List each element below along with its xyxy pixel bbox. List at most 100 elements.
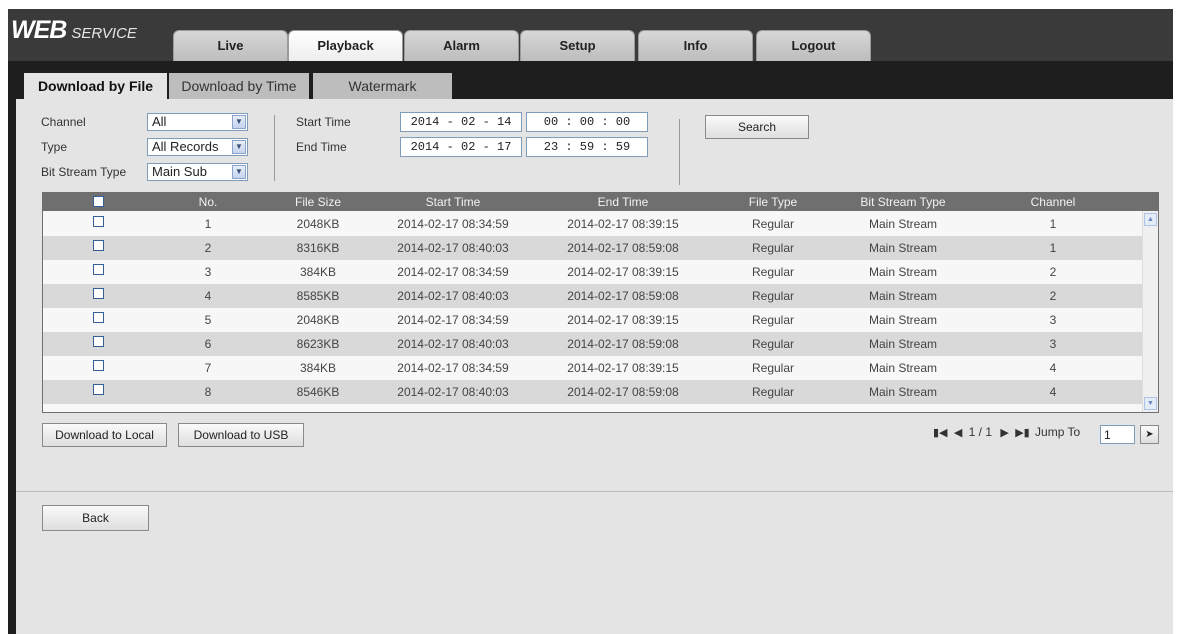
nav-tab-alarm[interactable]: Alarm bbox=[404, 30, 519, 61]
table-scrollbar[interactable]: ▲ ▼ bbox=[1142, 211, 1158, 412]
bit-stream-type-select[interactable]: Main Sub ▼ bbox=[147, 163, 248, 181]
row-checkbox[interactable] bbox=[93, 264, 104, 275]
start-time-input[interactable]: 00 : 00 : 00 bbox=[526, 112, 648, 132]
cell-channel: 2 bbox=[1049, 289, 1057, 303]
cell-start-time: 2014-02-17 08:34:59 bbox=[397, 361, 509, 375]
tab-download-by-file[interactable]: Download by File bbox=[24, 73, 167, 99]
cell-file-type: Regular bbox=[751, 241, 795, 255]
cell-file-size: 2048KB bbox=[296, 313, 340, 327]
cell-end-time: 2014-02-17 08:59:08 bbox=[567, 289, 679, 303]
scroll-up-icon[interactable]: ▲ bbox=[1144, 213, 1157, 226]
search-button[interactable]: Search bbox=[705, 115, 809, 139]
cell-channel: 3 bbox=[1049, 337, 1057, 351]
cell-file-size: 8623KB bbox=[296, 337, 340, 351]
type-label: Type bbox=[41, 140, 68, 154]
cell-channel: 2 bbox=[1049, 265, 1057, 279]
cell-start-time: 2014-02-17 08:40:03 bbox=[397, 289, 509, 303]
cell-start-time: 2014-02-17 08:34:59 bbox=[397, 313, 509, 327]
tab-watermark[interactable]: Watermark bbox=[313, 73, 452, 99]
table-row[interactable]: 4 8585KB 2014-02-17 08:40:03 2014-02-17 … bbox=[43, 284, 1143, 308]
row-checkbox[interactable] bbox=[93, 336, 104, 347]
top-navigation-bar: WEB SERVICE Live Playback Alarm Setup Inf… bbox=[8, 9, 1173, 63]
cell-file-type: Regular bbox=[751, 289, 795, 303]
nav-tab-setup[interactable]: Setup bbox=[520, 30, 635, 61]
table-row[interactable]: 2 8316KB 2014-02-17 08:40:03 2014-02-17 … bbox=[43, 236, 1143, 260]
file-table: No. File Size Start Time End Time File T… bbox=[42, 192, 1159, 413]
cell-no: 8 bbox=[204, 385, 212, 399]
table-row[interactable]: 8 8546KB 2014-02-17 08:40:03 2014-02-17 … bbox=[43, 380, 1143, 404]
header-bit-stream-type: Bit Stream Type bbox=[860, 195, 946, 209]
cell-file-type: Regular bbox=[751, 313, 795, 327]
first-page-icon[interactable]: ▮◀ bbox=[933, 427, 948, 439]
cell-file-size: 8546KB bbox=[296, 385, 340, 399]
page-indicator: 1 / 1 bbox=[968, 425, 993, 439]
cell-bit-stream-type: Main Stream bbox=[868, 361, 938, 375]
cell-channel: 3 bbox=[1049, 313, 1057, 327]
cell-channel: 1 bbox=[1049, 241, 1057, 255]
row-checkbox[interactable] bbox=[93, 384, 104, 395]
cell-no: 2 bbox=[204, 241, 212, 255]
cell-bit-stream-type: Main Stream bbox=[868, 313, 938, 327]
table-row[interactable]: 6 8623KB 2014-02-17 08:40:03 2014-02-17 … bbox=[43, 332, 1143, 356]
nav-tab-logout[interactable]: Logout bbox=[756, 30, 871, 61]
cell-file-type: Regular bbox=[751, 217, 795, 231]
table-row[interactable]: 5 2048KB 2014-02-17 08:34:59 2014-02-17 … bbox=[43, 308, 1143, 332]
next-page-icon[interactable]: ▶ bbox=[1000, 427, 1008, 439]
cell-bit-stream-type: Main Stream bbox=[868, 217, 938, 231]
row-checkbox[interactable] bbox=[93, 216, 104, 227]
nav-tab-playback[interactable]: Playback bbox=[288, 30, 403, 63]
back-button[interactable]: Back bbox=[42, 505, 149, 531]
jump-to-label: Jump To bbox=[1035, 425, 1081, 439]
cell-no: 3 bbox=[204, 265, 212, 279]
header-channel: Channel bbox=[1030, 195, 1076, 209]
channel-select[interactable]: All ▼ bbox=[147, 113, 248, 131]
scroll-down-icon[interactable]: ▼ bbox=[1144, 397, 1157, 410]
go-icon[interactable]: ➤ bbox=[1140, 425, 1159, 444]
start-date-input[interactable]: 2014 - 02 - 14 bbox=[400, 112, 522, 132]
table-row[interactable]: 7 384KB 2014-02-17 08:34:59 2014-02-17 0… bbox=[43, 356, 1143, 380]
filter-divider bbox=[274, 115, 275, 181]
row-checkbox[interactable] bbox=[93, 360, 104, 371]
cell-end-time: 2014-02-17 08:39:15 bbox=[567, 265, 679, 279]
cell-file-size: 384KB bbox=[299, 265, 337, 279]
cell-end-time: 2014-02-17 08:39:15 bbox=[567, 313, 679, 327]
type-select-value: All Records bbox=[152, 139, 219, 154]
row-checkbox[interactable] bbox=[93, 312, 104, 323]
row-checkbox[interactable] bbox=[93, 240, 104, 251]
table-row[interactable]: 1 2048KB 2014-02-17 08:34:59 2014-02-17 … bbox=[43, 212, 1143, 236]
cell-bit-stream-type: Main Stream bbox=[868, 265, 938, 279]
download-to-local-button[interactable]: Download to Local bbox=[42, 423, 167, 447]
channel-label: Channel bbox=[41, 115, 86, 129]
last-page-icon[interactable]: ▶▮ bbox=[1015, 427, 1030, 439]
nav-tab-info[interactable]: Info bbox=[638, 30, 753, 61]
header-no: No. bbox=[198, 195, 218, 209]
cell-file-size: 384KB bbox=[299, 361, 337, 375]
dropdown-arrow-icon[interactable]: ▼ bbox=[232, 115, 246, 129]
table-row[interactable]: 3 384KB 2014-02-17 08:34:59 2014-02-17 0… bbox=[43, 260, 1143, 284]
cell-file-size: 8316KB bbox=[296, 241, 340, 255]
nav-tab-live[interactable]: Live bbox=[173, 30, 288, 61]
cell-end-time: 2014-02-17 08:39:15 bbox=[567, 361, 679, 375]
bit-stream-type-label: Bit Stream Type bbox=[41, 165, 127, 179]
cell-no: 5 bbox=[204, 313, 212, 327]
tab-download-by-time[interactable]: Download by Time bbox=[169, 73, 309, 99]
dropdown-arrow-icon[interactable]: ▼ bbox=[232, 165, 246, 179]
dropdown-arrow-icon[interactable]: ▼ bbox=[232, 140, 246, 154]
end-date-input[interactable]: 2014 - 02 - 17 bbox=[400, 137, 522, 157]
cell-end-time: 2014-02-17 08:59:08 bbox=[567, 337, 679, 351]
cell-end-time: 2014-02-17 08:59:08 bbox=[567, 385, 679, 399]
cell-file-size: 2048KB bbox=[296, 217, 340, 231]
cell-no: 7 bbox=[204, 361, 212, 375]
header-start-time: Start Time bbox=[425, 195, 481, 209]
select-all-checkbox[interactable] bbox=[93, 196, 104, 207]
prev-page-icon[interactable]: ◀ bbox=[954, 427, 962, 439]
playback-panel: Download by File Download by Time Waterm… bbox=[8, 61, 1173, 634]
jump-to-page-input[interactable]: 1 bbox=[1100, 425, 1135, 444]
cell-end-time: 2014-02-17 08:39:15 bbox=[567, 217, 679, 231]
download-to-usb-button[interactable]: Download to USB bbox=[178, 423, 304, 447]
logo-web-text: WEB bbox=[11, 16, 67, 44]
end-time-label: End Time bbox=[296, 140, 347, 154]
row-checkbox[interactable] bbox=[93, 288, 104, 299]
end-time-input[interactable]: 23 : 59 : 59 bbox=[526, 137, 648, 157]
type-select[interactable]: All Records ▼ bbox=[147, 138, 248, 156]
